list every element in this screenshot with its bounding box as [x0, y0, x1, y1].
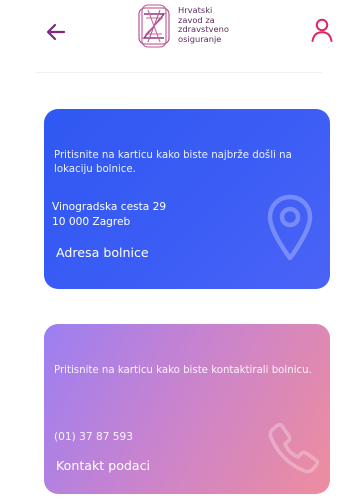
hospital-card-title: Adresa bolnice	[56, 245, 149, 260]
location-pin-icon	[267, 194, 313, 261]
logo-text: Hrvatski zavod za zdravstveno osiguranje	[178, 5, 229, 44]
hospital-address-card[interactable]: Pritisnite na karticu kako biste najbrže…	[44, 109, 330, 289]
hzzo-logo-mark	[138, 4, 170, 48]
hospital-street: Vinogradska cesta 29	[52, 201, 167, 213]
user-icon	[311, 18, 333, 42]
contact-card-hint: Pritisnite na karticu kako biste kontakt…	[54, 365, 312, 376]
phone-icon	[268, 422, 320, 474]
contact-card[interactable]: Pritisnite na karticu kako biste kontakt…	[44, 324, 330, 494]
profile-button[interactable]	[308, 16, 336, 44]
hospital-card-hint: Pritisnite na karticu kako biste najbrže…	[54, 150, 292, 175]
header-divider	[36, 72, 322, 73]
arrow-left-icon	[46, 23, 66, 41]
hzzo-logo: Hrvatski zavod za zdravstveno osiguranje	[136, 4, 256, 52]
contact-card-title: Kontakt podaci	[56, 458, 151, 473]
contact-phone: (01) 37 87 593	[54, 431, 134, 443]
hospital-city: 10 000 Zagreb	[52, 216, 131, 228]
app-header: Hrvatski zavod za zdravstveno osiguranje	[0, 0, 358, 74]
back-button[interactable]	[44, 20, 68, 44]
